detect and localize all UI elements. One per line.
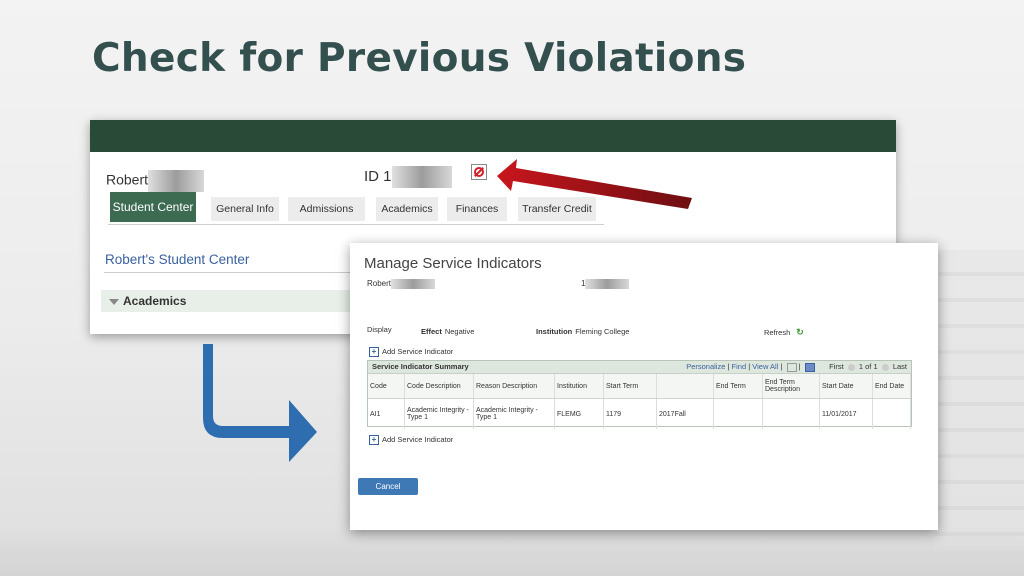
- red-arrow-icon: [497, 159, 692, 209]
- annotation-arrows: [203, 159, 692, 462]
- blue-arrow-icon: [203, 344, 317, 462]
